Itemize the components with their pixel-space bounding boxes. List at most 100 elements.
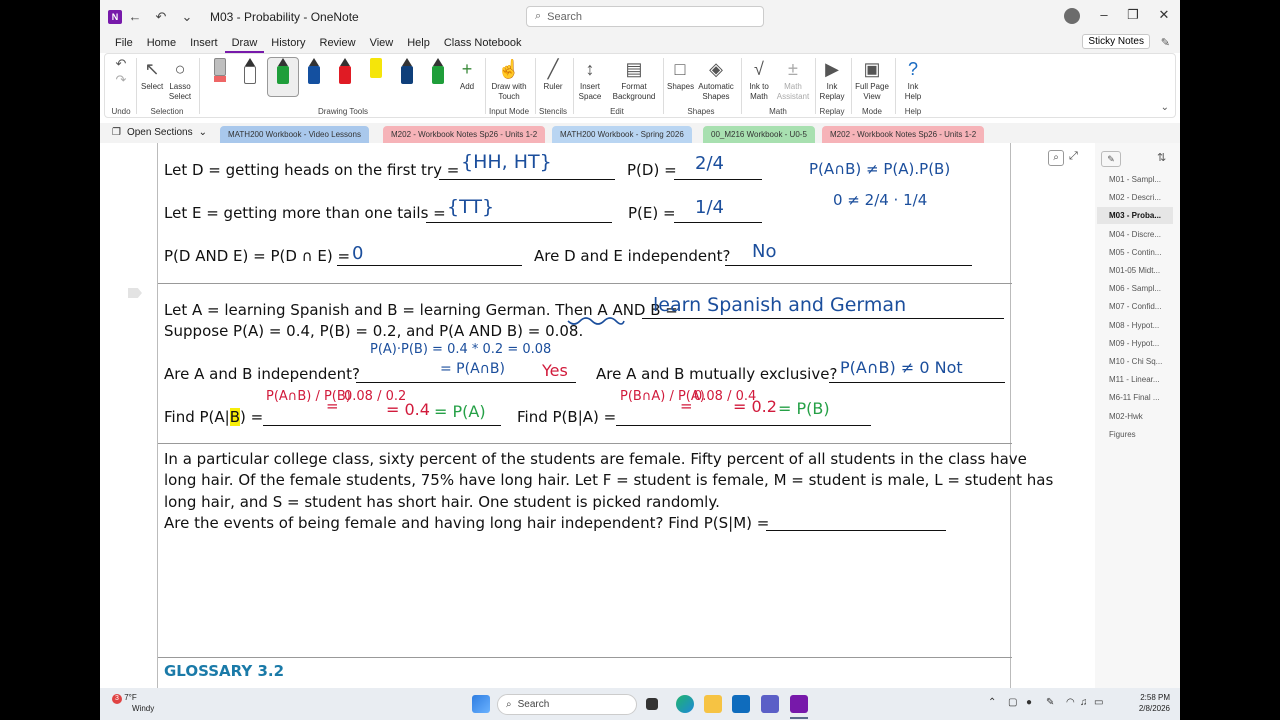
close-button[interactable]: ✕ <box>1154 7 1174 23</box>
add-pen-button[interactable]: + Add <box>457 56 477 92</box>
page-list-item[interactable]: M03 - Proba... <box>1097 207 1173 225</box>
section-tab-video-lessons[interactable]: MATH200 Workbook - Video Lessons <box>220 126 369 143</box>
page-list-item[interactable]: M09 - Hypot... <box>1097 335 1173 352</box>
select-button[interactable]: ↖ Select <box>141 56 163 92</box>
teams-icon[interactable] <box>761 695 779 713</box>
page-list-item[interactable]: M01 - Sampl... <box>1097 171 1173 188</box>
page-list-item[interactable]: M6-11 Final ... <box>1097 389 1173 406</box>
weather-desc: Windy <box>132 704 155 713</box>
user-avatar[interactable] <box>1064 8 1080 24</box>
q3-paragraph-line-3: long hair, and S = student has short hai… <box>164 493 720 511</box>
section-tab-m202-notes-2[interactable]: M202 - Workbook Notes Sp26 - Units 1-2 <box>822 126 985 143</box>
minimize-button[interactable]: – <box>1094 7 1114 22</box>
back-icon[interactable]: ← <box>122 7 148 27</box>
pen-red[interactable] <box>338 58 352 86</box>
pen-green-2[interactable] <box>431 58 445 86</box>
pen-gray[interactable] <box>213 58 227 86</box>
undo-button[interactable]: ↶ ↷ <box>111 56 131 88</box>
q3-paragraph-line-1: In a particular college class, sixty per… <box>164 450 1027 468</box>
pen-green[interactable] <box>276 58 290 86</box>
feedback-icon[interactable]: ✎ <box>1161 36 1170 49</box>
divider <box>535 58 536 114</box>
menu-home[interactable]: Home <box>140 33 183 53</box>
maximize-button[interactable]: ❐ <box>1123 7 1143 23</box>
section-tab-m216-workbook[interactable]: 00_M216 Workbook - U0-5 <box>703 126 815 143</box>
menu-draw[interactable]: Draw <box>224 33 265 53</box>
open-sections-button[interactable]: ❐ Open Sections ⌄ <box>112 127 207 138</box>
add-page-icon[interactable]: ✎ <box>1101 151 1121 167</box>
page-list-item[interactable]: M02 - Descri... <box>1097 189 1173 206</box>
menu-view[interactable]: View <box>363 33 401 53</box>
sort-icon[interactable]: ⇅ <box>1157 151 1166 164</box>
ink-help-button[interactable]: ? Ink Help <box>899 56 927 102</box>
section-tab-spring-2026[interactable]: MATH200 Workbook - Spring 2026 <box>552 126 692 143</box>
menu-review[interactable]: Review <box>313 33 363 53</box>
edge-browser-icon[interactable] <box>676 695 694 713</box>
ruler-button[interactable]: ╱ Ruler <box>539 56 567 92</box>
ink-squiggle-underline <box>567 317 625 325</box>
page-list-pane: ✎ ⇅ M01 - Sampl... M02 - Descri... M03 - P… <box>1095 143 1180 688</box>
page-list-item[interactable]: M06 - Sampl... <box>1097 280 1173 297</box>
section-tab-m202-notes[interactable]: M202 - Workbook Notes Sp26 - Units 1-2 <box>383 126 546 143</box>
tray-chevron-icon[interactable]: ⌃ <box>988 697 996 708</box>
ink-d-set: {HH, HT} <box>461 151 552 173</box>
lasso-select-button[interactable]: ○ Lasso Select <box>167 56 193 102</box>
pen-white[interactable] <box>243 58 257 86</box>
automatic-shapes-button[interactable]: ◈ Automatic Shapes <box>697 56 735 102</box>
draw-with-touch-button[interactable]: ☝ Draw with Touch <box>489 56 529 102</box>
onenote-taskbar-icon[interactable] <box>790 695 808 713</box>
math-assistant-button[interactable]: ± Math Assistant <box>775 56 811 102</box>
divider <box>895 58 896 114</box>
highlighter-yellow[interactable] <box>369 58 383 86</box>
page-list-item[interactable]: M07 - Confid... <box>1097 298 1173 315</box>
tray-app-icon[interactable]: ▢ <box>1008 697 1017 708</box>
page-list-item[interactable]: Figures <box>1097 426 1173 443</box>
pen-blue[interactable] <box>307 58 321 86</box>
file-explorer-icon[interactable] <box>704 695 722 713</box>
volume-icon[interactable]: ♫ <box>1080 697 1088 708</box>
page-list-item[interactable]: M01-05 Midt... <box>1097 262 1173 279</box>
search-input[interactable]: ⌕ Search <box>526 6 764 27</box>
page-list-item[interactable]: M05 - Contin... <box>1097 244 1173 261</box>
format-background-button[interactable]: ▤ Format Background <box>611 56 657 102</box>
shapes-button[interactable]: □ Shapes <box>667 56 694 92</box>
stencils-group-label: Stencils <box>538 107 567 116</box>
outlook-icon[interactable] <box>732 695 750 713</box>
clock[interactable]: 2:58 PM 2/8/2026 <box>1139 692 1170 714</box>
task-view-icon[interactable] <box>646 698 658 710</box>
page-list-item[interactable]: M04 - Discre... <box>1097 226 1173 243</box>
menu-file[interactable]: File <box>108 33 140 53</box>
ink-to-math-icon: √ <box>754 59 764 79</box>
battery-icon[interactable]: ▭ <box>1094 697 1103 708</box>
wifi-icon[interactable]: ◠ <box>1066 697 1075 708</box>
expand-icon[interactable]: ⤢ <box>1069 150 1078 163</box>
zoom-icon[interactable]: ⌕ <box>1048 150 1064 166</box>
menu-history[interactable]: History <box>264 33 312 53</box>
menu-class-notebook[interactable]: Class Notebook <box>437 33 529 53</box>
ink-replay-button[interactable]: ▶ Ink Replay <box>819 56 845 102</box>
page-list-item[interactable]: M10 - Chi Sq... <box>1097 353 1173 370</box>
collapse-ribbon-icon[interactable]: ⌄ <box>1161 102 1169 113</box>
microphone-icon[interactable]: ● <box>1026 697 1032 708</box>
sticky-notes-button[interactable]: Sticky Notes <box>1082 34 1150 49</box>
insert-space-button[interactable]: ↕ Insert Space <box>577 56 603 102</box>
menu-insert[interactable]: Insert <box>183 33 225 53</box>
page-list-item[interactable]: M11 - Linear... <box>1097 371 1173 388</box>
windows-start-icon[interactable] <box>472 695 490 713</box>
full-page-view-button[interactable]: ▣ Full Page View <box>855 56 889 102</box>
answer-line <box>439 179 615 180</box>
undo-icon[interactable]: ↶ <box>148 7 174 27</box>
page-list-item[interactable]: M02-Hwk <box>1097 408 1173 425</box>
menu-help[interactable]: Help <box>400 33 437 53</box>
shapes-group-label: Shapes <box>687 107 715 116</box>
ink-pe: 1/4 <box>695 197 724 218</box>
pen-icon[interactable]: ✎ <box>1046 697 1054 708</box>
taskbar-search[interactable]: ⌕ Search <box>497 694 637 715</box>
pen-navy[interactable] <box>400 58 414 86</box>
ink-find1-eq: = <box>326 397 339 415</box>
quick-access-dropdown-icon[interactable]: ⌄ <box>174 7 200 27</box>
q1-pe-text: P(E) = <box>628 204 676 222</box>
weather-widget[interactable]: 3 7°F Windy <box>112 693 154 714</box>
ink-to-math-button[interactable]: √ Ink to Math <box>745 56 773 102</box>
page-list-item[interactable]: M08 - Hypot... <box>1097 317 1173 334</box>
